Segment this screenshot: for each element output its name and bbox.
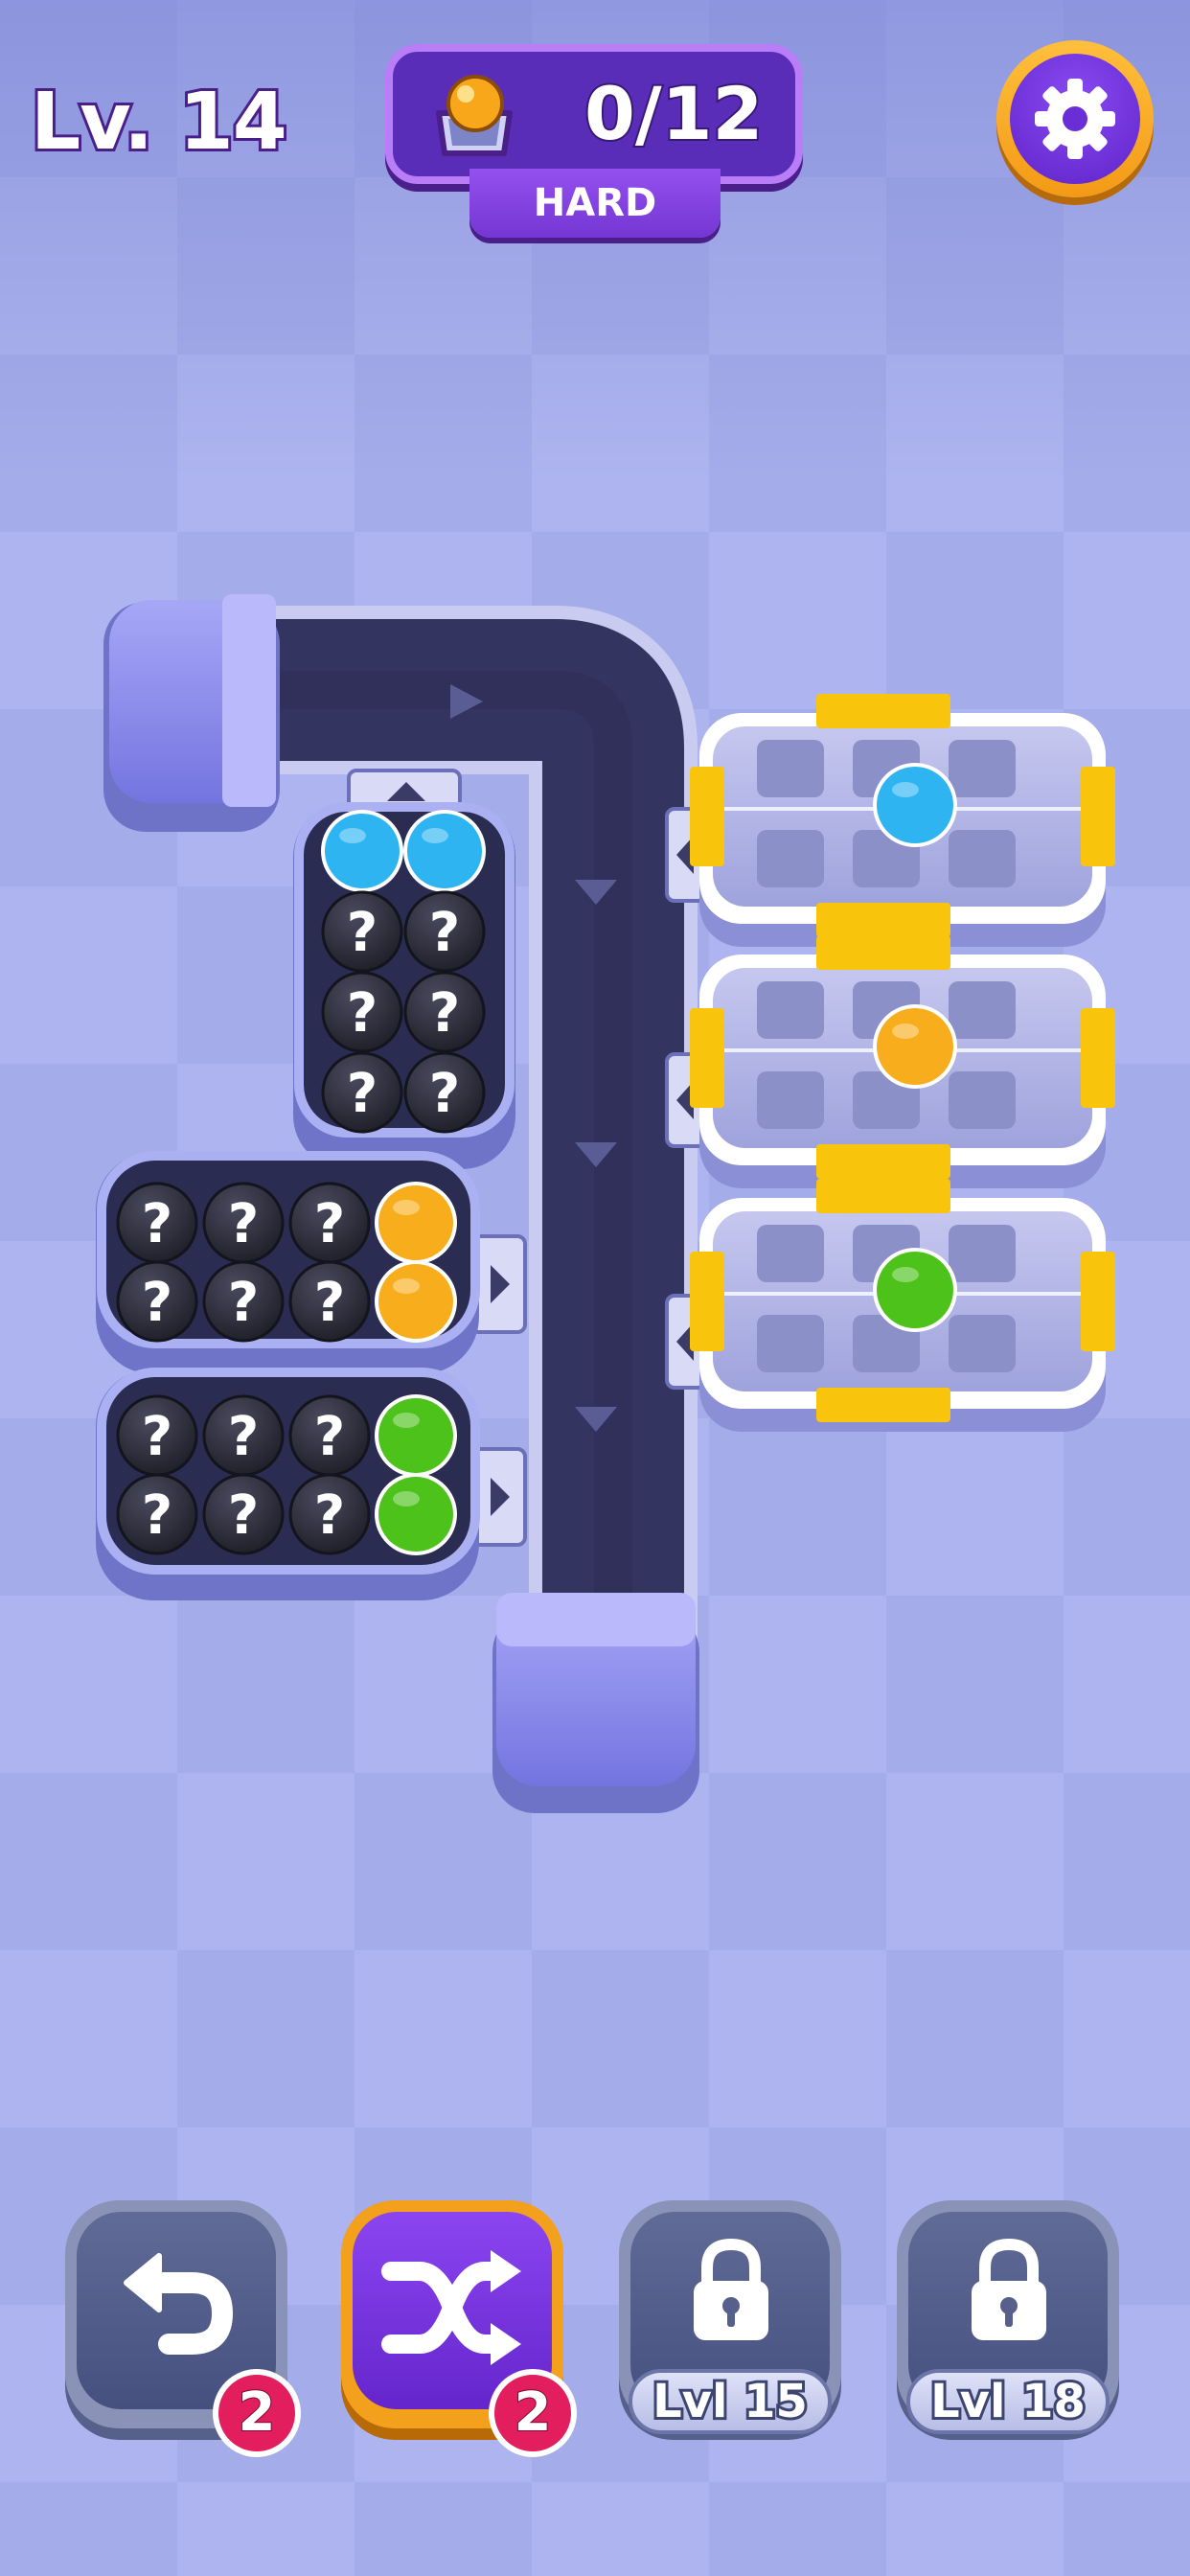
mystery-ball: ? bbox=[202, 1182, 285, 1264]
svg-text:?: ? bbox=[429, 1063, 460, 1125]
lock-icon bbox=[694, 2239, 768, 2340]
svg-text:?: ? bbox=[228, 1272, 259, 1334]
tray-green[interactable] bbox=[690, 1179, 1115, 1432]
tray-slot bbox=[949, 1225, 1016, 1282]
tray-slot bbox=[757, 1225, 824, 1282]
svg-text:?: ? bbox=[314, 1193, 345, 1255]
svg-text:?: ? bbox=[347, 902, 378, 964]
tray-slot bbox=[949, 830, 1016, 887]
tray-slot bbox=[757, 981, 824, 1039]
mystery-ball: ? bbox=[403, 971, 486, 1053]
tray-slot bbox=[757, 1071, 824, 1129]
tray-slot bbox=[949, 1315, 1016, 1372]
conveyor-start-cap bbox=[103, 594, 280, 832]
shuffle-button[interactable]: 2 bbox=[341, 2200, 577, 2457]
svg-text:?: ? bbox=[314, 1406, 345, 1468]
undo-count-badge: 2 bbox=[213, 2369, 301, 2457]
svg-text:?: ? bbox=[142, 1193, 172, 1255]
mystery-ball: ? bbox=[116, 1394, 198, 1477]
svg-text:?: ? bbox=[228, 1484, 259, 1547]
mystery-ball: ? bbox=[116, 1182, 198, 1264]
mystery-ball: ? bbox=[202, 1260, 285, 1343]
svg-text:?: ? bbox=[142, 1406, 172, 1468]
svg-text:?: ? bbox=[347, 1063, 378, 1125]
locked-booster-label: Lvl 15 bbox=[629, 2369, 832, 2434]
mystery-ball: ? bbox=[288, 1394, 371, 1477]
mystery-ball: ? bbox=[403, 890, 486, 973]
mystery-ball: ? bbox=[321, 1051, 403, 1134]
game-board: ?????????????????? bbox=[96, 594, 1115, 1813]
tray-slot bbox=[949, 981, 1016, 1039]
mystery-ball: ? bbox=[288, 1473, 371, 1555]
mystery-ball: ? bbox=[202, 1473, 285, 1555]
undo-button[interactable]: 2 bbox=[65, 2200, 301, 2457]
blue-ball bbox=[873, 763, 957, 847]
tray-orange[interactable] bbox=[690, 935, 1115, 1188]
blue-ball[interactable] bbox=[403, 810, 486, 892]
svg-text:?: ? bbox=[429, 982, 460, 1045]
mystery-ball: ? bbox=[321, 890, 403, 973]
locked-booster-lvl18[interactable]: Lvl 18 bbox=[897, 2200, 1119, 2434]
svg-text:?: ? bbox=[314, 1272, 345, 1334]
shuffle-count-badge: 2 bbox=[489, 2369, 577, 2457]
green-ball bbox=[873, 1248, 957, 1332]
green-ball[interactable] bbox=[375, 1473, 457, 1555]
svg-text:?: ? bbox=[142, 1272, 172, 1334]
orange-ball[interactable] bbox=[375, 1260, 457, 1343]
locked-booster-lvl15[interactable]: Lvl 15 bbox=[619, 2200, 841, 2434]
svg-text:?: ? bbox=[228, 1193, 259, 1255]
tray-slot bbox=[949, 740, 1016, 797]
shuffle-icon bbox=[381, 2250, 521, 2365]
tray-slot bbox=[757, 1315, 824, 1372]
sorting-trays bbox=[690, 694, 1115, 1432]
mystery-ball: ? bbox=[116, 1260, 198, 1343]
mystery-ball: ? bbox=[202, 1394, 285, 1477]
mystery-ball: ? bbox=[288, 1182, 371, 1264]
tray-slot bbox=[757, 830, 824, 887]
tray-slot bbox=[757, 740, 824, 797]
conveyor-end-cap bbox=[492, 1593, 699, 1813]
svg-text:?: ? bbox=[228, 1406, 259, 1468]
mystery-ball: ? bbox=[321, 971, 403, 1053]
mystery-ball: ? bbox=[403, 1051, 486, 1134]
blue-ball[interactable] bbox=[321, 810, 403, 892]
mystery-ball: ? bbox=[116, 1473, 198, 1555]
tray-blue[interactable] bbox=[690, 694, 1115, 947]
mystery-ball: ? bbox=[288, 1260, 371, 1343]
undo-icon bbox=[124, 2253, 234, 2355]
locked-booster-label: Lvl 18 bbox=[906, 2369, 1110, 2434]
svg-text:?: ? bbox=[347, 982, 378, 1045]
svg-text:?: ? bbox=[142, 1484, 172, 1547]
svg-text:?: ? bbox=[429, 902, 460, 964]
green-ball[interactable] bbox=[375, 1394, 457, 1477]
lock-icon bbox=[972, 2239, 1046, 2340]
svg-text:?: ? bbox=[314, 1484, 345, 1547]
orange-ball bbox=[873, 1004, 957, 1089]
orange-ball[interactable] bbox=[375, 1182, 457, 1264]
tray-slot bbox=[949, 1071, 1016, 1129]
